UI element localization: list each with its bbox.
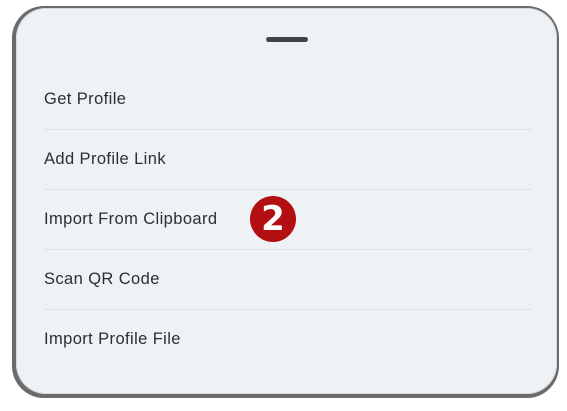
- menu-item-get-profile[interactable]: Get Profile: [44, 70, 532, 129]
- menu-item-label: Add Profile Link: [44, 150, 166, 168]
- menu-item-label: Import Profile File: [44, 330, 181, 348]
- menu-item-label: Get Profile: [44, 90, 127, 108]
- menu-item-import-profile-file[interactable]: Import Profile File: [44, 309, 532, 369]
- step-number: 2: [261, 199, 285, 239]
- sheet-grab-handle[interactable]: [266, 37, 308, 42]
- menu-item-label: Import From Clipboard: [44, 210, 218, 228]
- menu-item-add-profile-link[interactable]: Add Profile Link: [44, 129, 532, 189]
- step-number-badge: 2: [250, 196, 296, 242]
- menu-item-scan-qr-code[interactable]: Scan QR Code: [44, 249, 532, 309]
- menu-item-label: Scan QR Code: [44, 270, 160, 288]
